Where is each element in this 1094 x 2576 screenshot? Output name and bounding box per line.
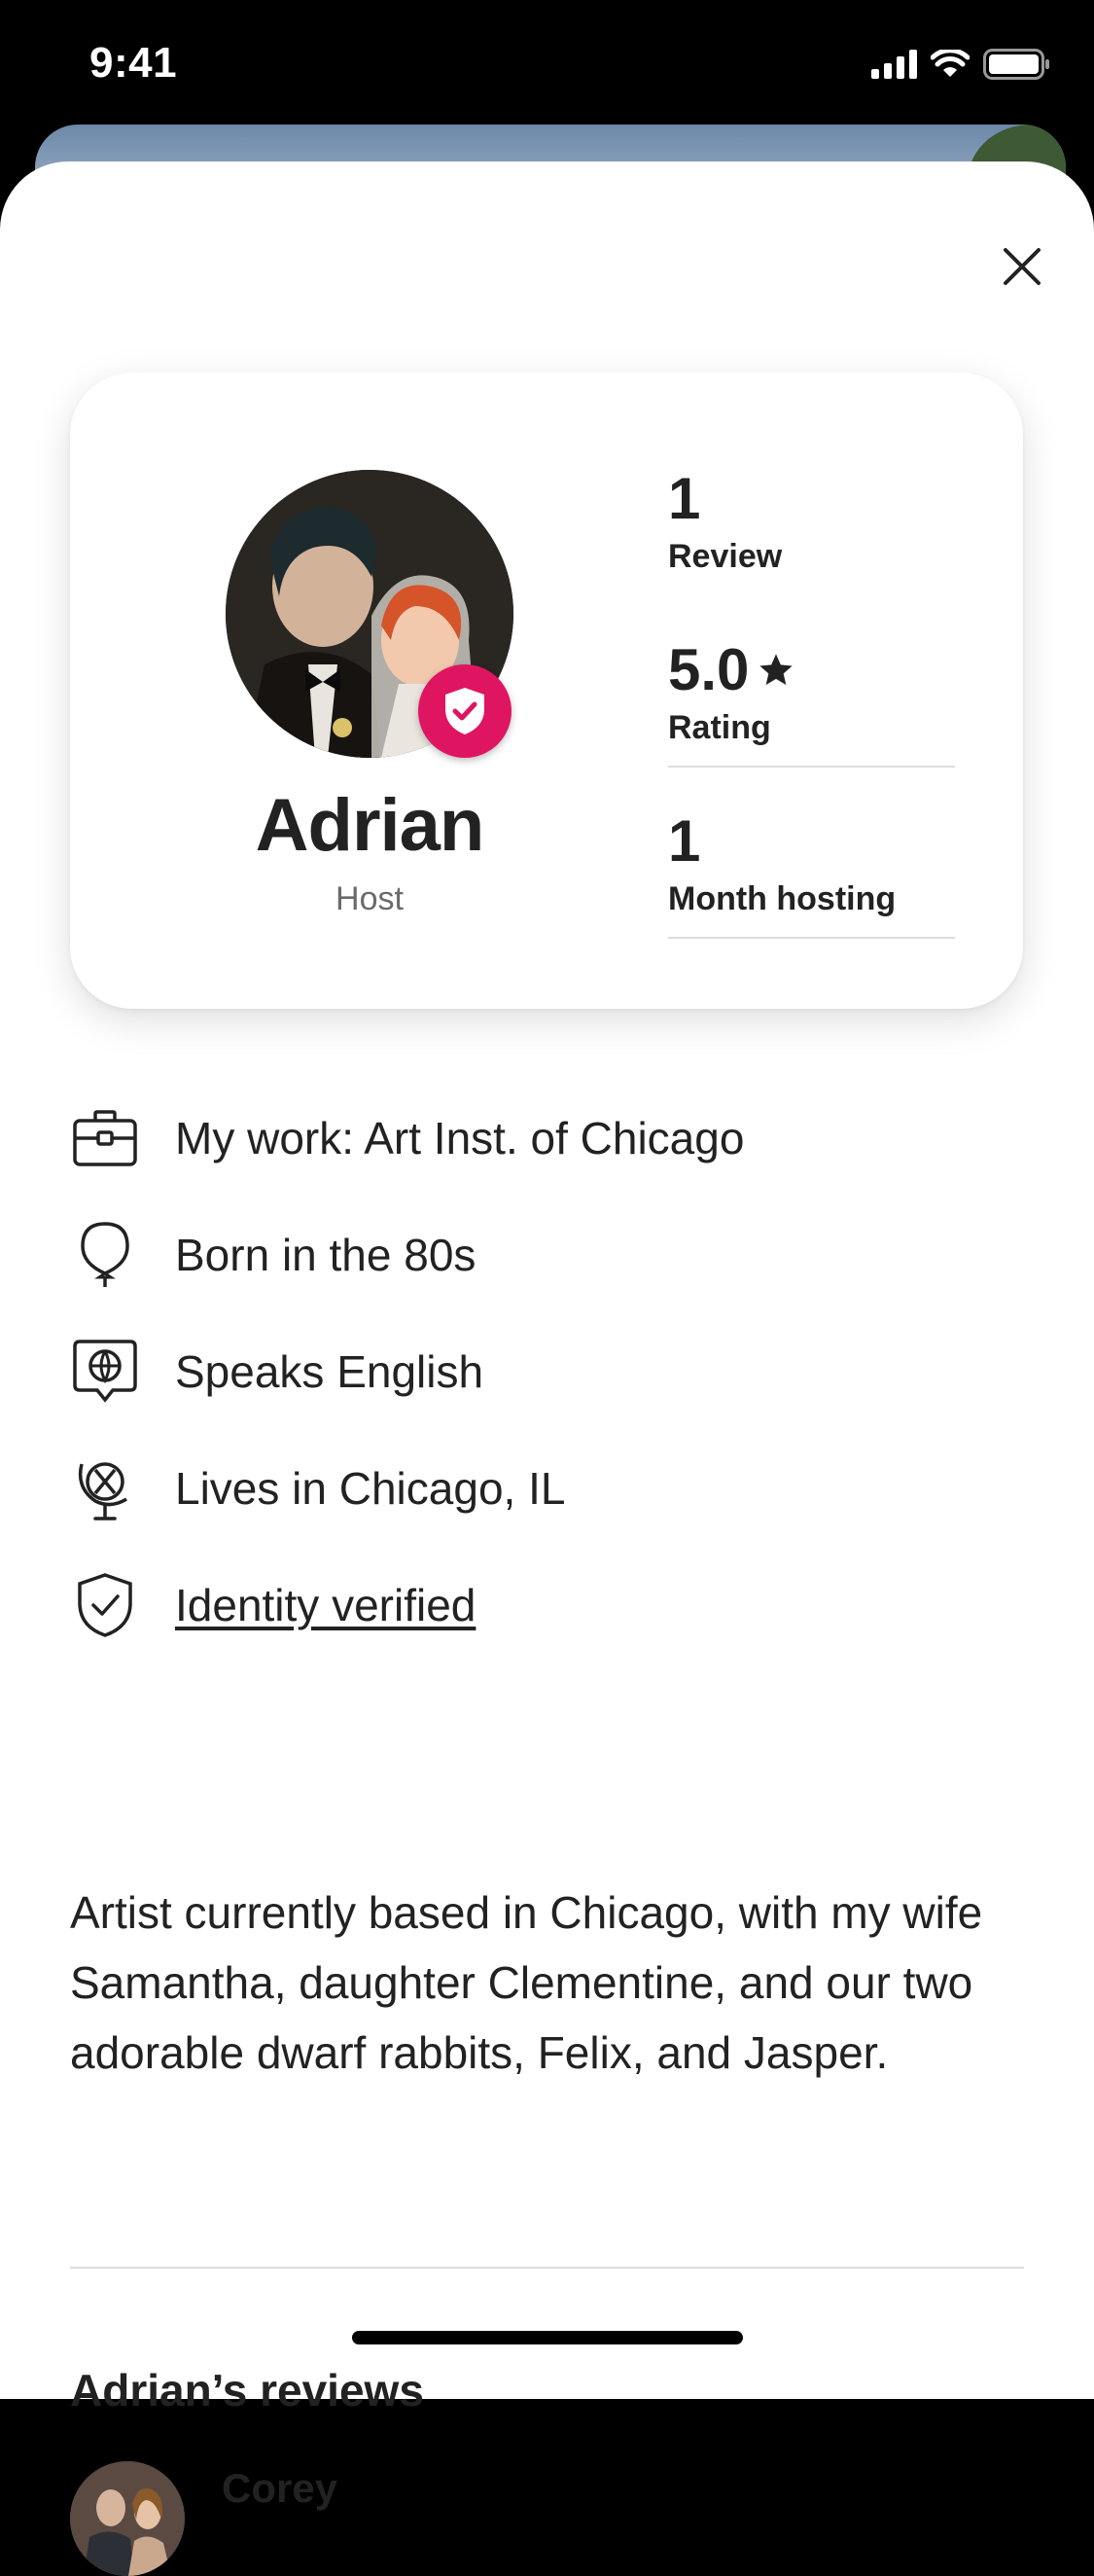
stat-reviews: 1 Review bbox=[668, 470, 955, 576]
detail-language: Speaks English bbox=[70, 1333, 483, 1411]
stat-value: 5.0 bbox=[668, 637, 750, 702]
globe-stand-icon bbox=[70, 1453, 140, 1523]
home-indicator[interactable] bbox=[352, 2331, 743, 2344]
reviewer-avatar[interactable] bbox=[70, 2461, 185, 2576]
stat-value: 1 bbox=[668, 466, 701, 531]
host-name: Adrian bbox=[255, 784, 485, 867]
briefcase-icon bbox=[70, 1103, 140, 1173]
reviewer-name[interactable]: Corey bbox=[222, 2465, 337, 2512]
shield-check-icon bbox=[70, 1570, 140, 1640]
star-icon bbox=[759, 654, 794, 685]
identity-verified-link[interactable]: Identity verified bbox=[175, 1579, 476, 1631]
stat-months-hosting: 1 Month hosting bbox=[668, 812, 955, 918]
status-icons bbox=[871, 49, 1051, 80]
detail-text: Born in the 80s bbox=[175, 1230, 476, 1280]
detail-text: Speaks English bbox=[175, 1346, 484, 1397]
balloon-icon bbox=[70, 1220, 140, 1290]
stat-label: Rating bbox=[668, 709, 771, 746]
section-divider bbox=[70, 2267, 1024, 2269]
host-profile-sheet: Adrian Host 1 Review 5.0 Rating 1 Month … bbox=[0, 161, 1094, 2576]
host-bio: Artist currently based in Chicago, with … bbox=[70, 1887, 983, 2078]
reviews-heading: Adrian’s reviews bbox=[70, 2365, 424, 2415]
status-bar: 9:41 bbox=[0, 0, 1094, 136]
stat-value-row: 5.0 bbox=[668, 641, 955, 699]
stat-rating: 5.0 Rating bbox=[668, 641, 955, 747]
stat-divider bbox=[668, 766, 955, 768]
close-button[interactable] bbox=[983, 228, 1061, 305]
wifi-icon bbox=[931, 50, 970, 77]
detail-location: Lives in Chicago, IL bbox=[70, 1449, 565, 1527]
cellular-signal-icon bbox=[871, 50, 917, 79]
detail-text: My work: Art Inst. of Chicago bbox=[175, 1113, 745, 1163]
detail-text: Lives in Chicago, IL bbox=[175, 1463, 566, 1514]
close-icon bbox=[1004, 248, 1041, 285]
stat-value: 1 bbox=[668, 808, 701, 874]
profile-card[interactable]: Adrian Host 1 Review 5.0 Rating 1 Month … bbox=[70, 373, 1023, 1009]
speech-globe-icon bbox=[70, 1337, 140, 1407]
stat-divider bbox=[668, 937, 955, 939]
detail-identity-verified[interactable]: Identity verified bbox=[70, 1566, 476, 1644]
host-role: Host bbox=[335, 880, 404, 917]
stat-label: Month hosting bbox=[668, 880, 897, 917]
stat-label: Review bbox=[668, 538, 783, 575]
battery-icon bbox=[983, 49, 1049, 80]
detail-work: My work: Art Inst. of Chicago bbox=[70, 1099, 744, 1177]
verified-badge-icon bbox=[418, 664, 512, 758]
status-time: 9:41 bbox=[89, 39, 178, 87]
detail-birth-decade: Born in the 80s bbox=[70, 1216, 476, 1294]
